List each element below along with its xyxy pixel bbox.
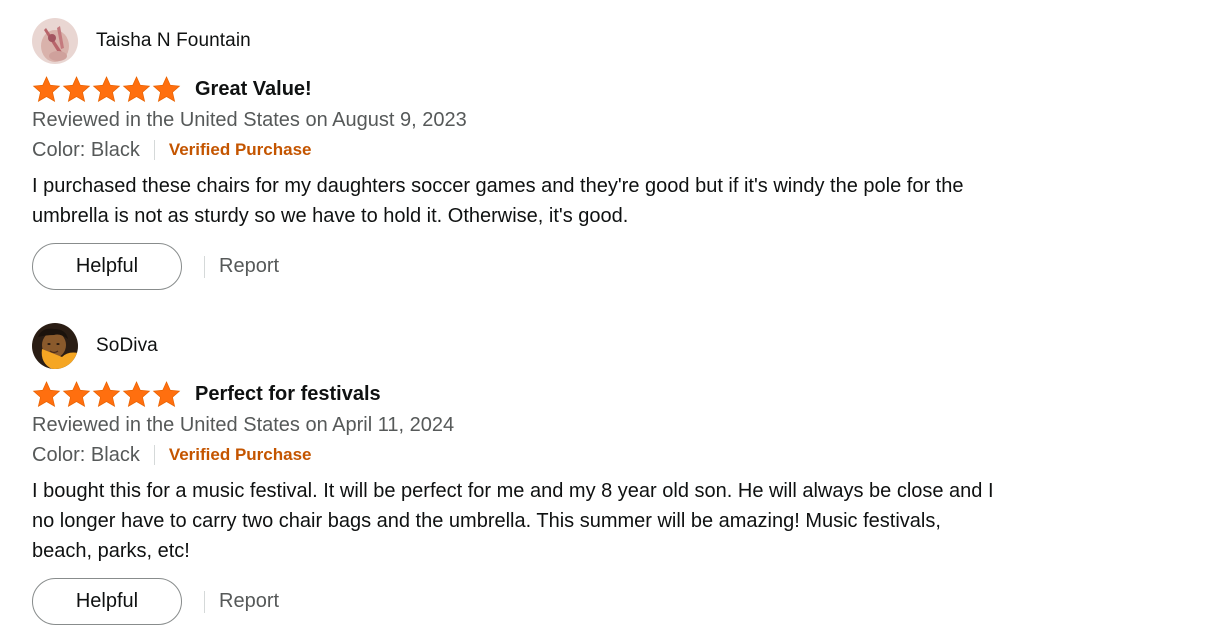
star-icon xyxy=(92,380,121,408)
reviewer-name[interactable]: SoDiva xyxy=(96,335,158,357)
review-title[interactable]: Perfect for festivals xyxy=(195,383,381,406)
star-icon xyxy=(122,75,151,103)
reviewer-profile[interactable]: Taisha N Fountain xyxy=(32,18,1072,64)
helpful-button[interactable]: Helpful xyxy=(32,243,182,290)
star-rating[interactable] xyxy=(32,380,181,408)
review-title[interactable]: Great Value! xyxy=(195,78,312,101)
star-icon xyxy=(62,380,91,408)
verified-purchase-badge: Verified Purchase xyxy=(168,445,312,464)
divider xyxy=(204,590,205,613)
review-body: I bought this for a music festival. It w… xyxy=(32,476,1072,566)
divider xyxy=(204,255,205,278)
review-date: Reviewed in the United States on April 1… xyxy=(32,414,455,436)
avatar[interactable] xyxy=(32,323,78,369)
review-body-line: umbrella is not as sturdy so we have to … xyxy=(32,205,629,227)
reviewer-profile[interactable]: SoDiva xyxy=(32,323,1072,369)
review-body-line: I purchased these chairs for my daughter… xyxy=(32,175,964,197)
divider xyxy=(153,445,155,465)
star-icon xyxy=(152,380,181,408)
verified-purchase-badge: Verified Purchase xyxy=(168,140,312,159)
star-icon xyxy=(122,380,151,408)
variant-info[interactable]: Color: Black xyxy=(32,139,140,162)
review-body: I purchased these chairs for my daughter… xyxy=(32,171,1072,231)
reviewer-name[interactable]: Taisha N Fountain xyxy=(96,30,251,52)
star-icon xyxy=(62,75,91,103)
star-icon xyxy=(32,75,61,103)
report-link[interactable]: Report xyxy=(219,590,279,613)
report-link[interactable]: Report xyxy=(219,255,279,278)
review-body-line: no longer have to carry two chair bags a… xyxy=(32,510,941,532)
review-card: Taisha N Fountain Great Value! Reviewed … xyxy=(32,18,1072,290)
star-icon xyxy=(32,380,61,408)
star-icon xyxy=(92,75,121,103)
review-date: Reviewed in the United States on August … xyxy=(32,109,467,131)
review-body-line: I bought this for a music festival. It w… xyxy=(32,480,994,502)
avatar[interactable] xyxy=(32,18,78,64)
review-body-line: beach, parks, etc! xyxy=(32,540,190,562)
star-icon xyxy=(152,75,181,103)
helpful-button[interactable]: Helpful xyxy=(32,578,182,625)
variant-info[interactable]: Color: Black xyxy=(32,444,140,467)
star-rating[interactable] xyxy=(32,75,181,103)
review-card: SoDiva Perfect for festivals Reviewed in… xyxy=(32,323,1072,625)
divider xyxy=(153,140,155,160)
